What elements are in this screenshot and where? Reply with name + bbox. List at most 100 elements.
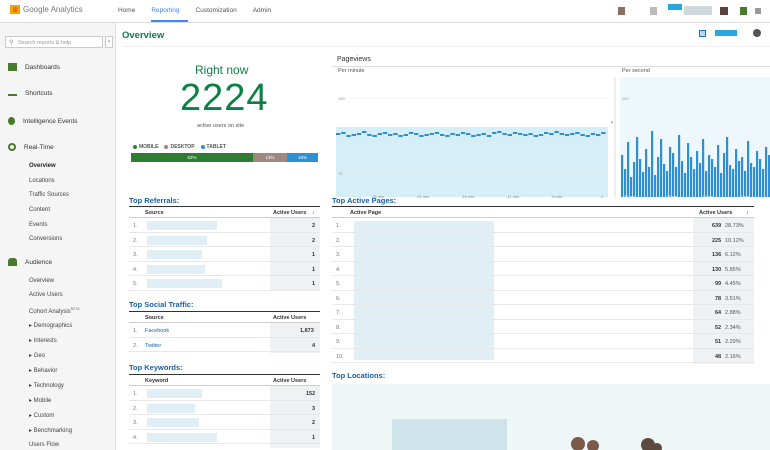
table-row[interactable]: 4. 1 [129,262,320,276]
table-row[interactable]: 5. 99 4.45% [332,276,754,291]
sidebar-item-real-time[interactable]: Real-Time [0,143,116,151]
help-icon[interactable] [740,7,747,15]
table-row[interactable]: 6. 78 3.51% [332,291,754,305]
account-badge[interactable] [668,4,682,10]
table-row[interactable]: 3. 2 [129,415,320,430]
app-logo[interactable]: Google Analytics [10,5,83,14]
device-breakdown-bar: 62% 13% 10% [131,153,318,162]
sidebar-item-demographics[interactable]: ▸ Demographics [29,322,72,329]
table-row[interactable]: 1. 639 28.73% [332,218,754,233]
sidebar-item-audience[interactable]: Audience [0,258,116,266]
sort-desc-icon[interactable]: ↓ [746,210,749,216]
row-percent: 2.29% [725,339,741,345]
collapse-sidebar-button[interactable]: ‹ [105,36,113,48]
column-header-source[interactable]: Source [145,315,164,321]
menu-icon[interactable] [755,8,761,14]
create-shortcut-button[interactable] [715,30,737,36]
avatar-icon[interactable] [618,7,625,15]
sidebar-item-users-flow[interactable]: Users Flow [29,442,59,448]
per-minute-area [336,127,608,197]
chart-arrow-icon[interactable]: › [611,120,613,126]
table-row[interactable]: 9. 51 2.29% [332,334,754,349]
social-source-link[interactable]: Facebook [145,328,169,334]
series-segment [575,132,580,134]
sidebar-item-benchmarking[interactable]: ▸ Benchmarking [29,427,72,434]
row-number: 1. [133,328,138,334]
table-row[interactable]: 8. 52 2.34% [332,320,754,334]
per-second-bar [729,165,732,197]
series-segment [450,133,455,135]
nav-home[interactable]: Home [118,0,143,22]
row-percent: 2.16% [725,353,741,360]
column-header-active-page[interactable]: Active Page [350,210,381,216]
shortcut-icon[interactable] [699,30,706,37]
row-value: 1 [312,281,316,287]
sort-desc-icon[interactable]: ↓ [312,210,315,216]
column-header-active-users[interactable]: Active Users [273,315,306,321]
table-row[interactable]: 2. 2 [129,233,320,247]
social-source-link[interactable]: Twitter [145,343,161,349]
series-segment [455,134,460,136]
column-header-active-users[interactable]: Active Users [699,210,732,216]
column-header-keyword[interactable]: Keyword [145,378,168,384]
table-row[interactable]: 4. 130 5.85% [332,262,754,276]
search-input[interactable]: ⚲ Search reports & help [5,36,103,48]
nav-admin[interactable]: Admin [253,0,279,22]
per-second-bar [726,137,729,197]
sidebar-item-audience-overview[interactable]: Overview [29,278,54,284]
table-row[interactable]: 1. Facebook 1,873 [129,323,320,338]
sidebar-item-content[interactable]: Content [29,207,50,213]
sidebar-item-active-users[interactable]: Active Users [29,292,63,298]
table-row[interactable]: 3. 1 [129,247,320,262]
settings-icon[interactable] [650,7,657,15]
per-second-bar [654,175,657,197]
table-row[interactable]: 2. 225 10.12% [332,233,754,247]
row-value: 639 [712,223,722,229]
sidebar-item-interests[interactable]: ▸ Interests [29,337,57,344]
series-segment [481,133,486,135]
table-row[interactable]: 7. 64 2.88% [332,305,754,320]
sidebar-item-technology[interactable]: ▸ Technology [29,382,64,389]
column-header-active-users[interactable]: Active Users [273,378,306,384]
sidebar-item-traffic-sources[interactable]: Traffic Sources [29,192,69,198]
nav-reporting[interactable]: Reporting [151,0,188,22]
column-header-active-users[interactable]: Active Users [273,210,306,216]
series-segment [512,132,518,134]
shortcut-pin-icon[interactable] [753,29,761,37]
table-row[interactable]: 5. 1 [129,276,320,291]
row-percent: 28.73% [725,223,744,229]
sidebar-item-conversions[interactable]: Conversions [29,236,62,242]
sidebar-item-realtime-overview[interactable]: Overview [29,163,56,169]
sidebar-item-events[interactable]: Events [29,222,47,228]
table-row[interactable]: 1. 2 [129,218,320,233]
sidebar-item-behavior[interactable]: ▸ Behavior [29,367,57,374]
table-row[interactable]: 2. Twitter 4 [129,338,320,352]
table-row[interactable]: 10. 48 2.16% [332,349,754,363]
table-row[interactable]: 2. 3 [129,401,320,415]
row-number: 4. [336,266,341,273]
table-row[interactable]: 3. 136 6.12% [332,247,754,262]
row-number: 5. [133,281,138,287]
location-marker[interactable] [587,440,599,450]
sidebar-item-cohort-analysis[interactable]: Cohort AnalysisBETA [29,307,80,315]
sidebar-item-intelligence-events[interactable]: Intelligence Events [0,117,116,125]
top-locations-map[interactable] [332,384,770,450]
device-legend: MOBILE DESKTOP TABLET [133,144,226,150]
sidebar-item-dashboards[interactable]: Dashboards [0,63,116,71]
column-header-source[interactable]: Source [145,210,164,216]
sidebar-item-custom[interactable]: ▸ Custom [29,412,54,419]
row-value: 136 [712,252,722,258]
table-row[interactable]: 1. 152 [129,386,320,401]
account-name[interactable] [684,6,712,15]
sidebar: ⚲ Search reports & help ‹ Dashboards Sho… [0,23,116,450]
table-row[interactable]: 4. 1 [129,430,320,444]
sidebar-item-geo[interactable]: ▸ Geo [29,352,45,359]
redacted-keyword [147,432,217,442]
location-marker[interactable] [571,437,585,450]
sidebar-item-shortcuts[interactable]: Shortcuts [0,90,116,97]
sidebar-item-locations[interactable]: Locations [29,178,55,184]
nav-customization[interactable]: Customization [196,0,245,22]
sidebar-item-mobile[interactable]: ▸ Mobile [29,397,51,404]
notification-icon[interactable] [720,7,728,15]
top-referrals-title: Top Referrals: [129,196,180,205]
